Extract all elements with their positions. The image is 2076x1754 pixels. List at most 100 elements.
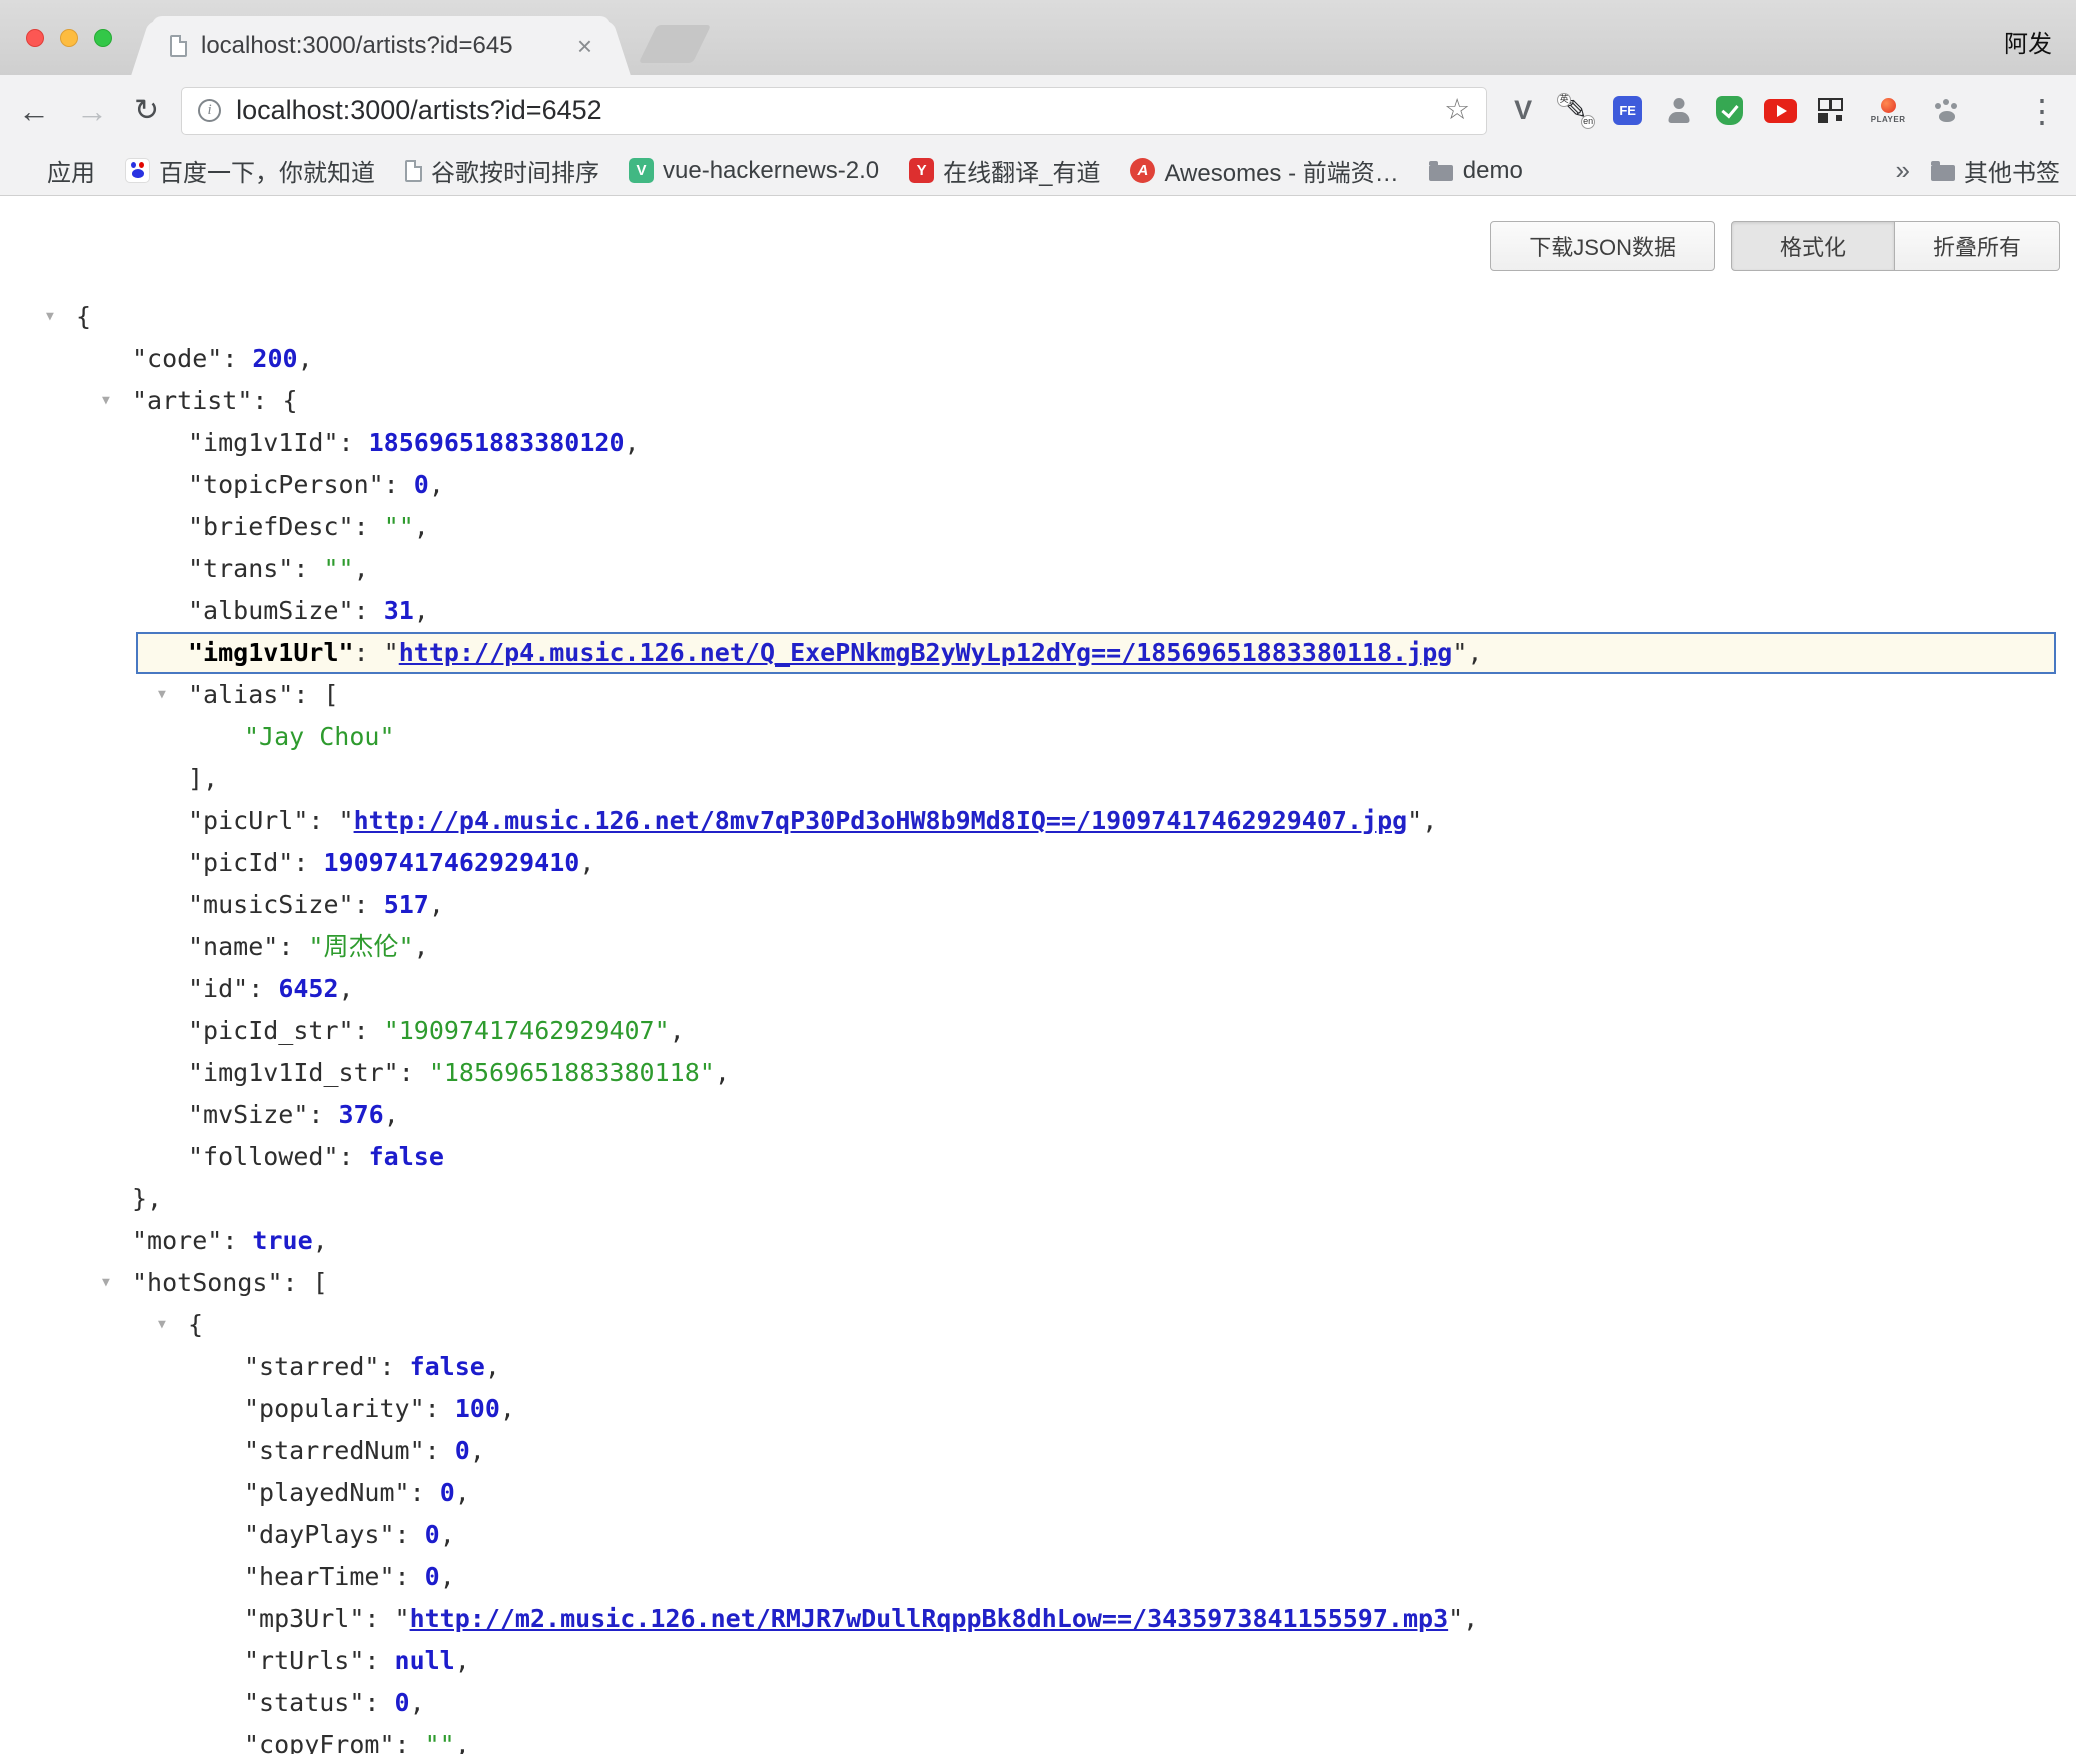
collapse-toggle-icon[interactable]: ▼ <box>46 296 54 338</box>
json-token: }, <box>132 1184 162 1213</box>
json-token: : " <box>364 1604 409 1633</box>
bookmarks-overflow-icon[interactable]: » <box>1896 155 1910 186</box>
json-line: ▼ "hotSongs": [ <box>80 1262 2056 1304</box>
tab-favicon-icon <box>170 35 187 57</box>
collapse-toggle-icon[interactable]: ▼ <box>158 1304 166 1346</box>
json-line: ▼{ <box>24 296 2056 338</box>
download-json-button[interactable]: 下载JSON数据 <box>1490 221 1715 271</box>
json-line: "status": 0, <box>192 1682 2056 1724</box>
json-url-link[interactable]: http://m2.music.126.net/RMJR7wDullRqppBk… <box>410 1604 1449 1633</box>
json-token: "more" <box>132 1226 222 1255</box>
browser-menu-icon[interactable]: ⋮ <box>2026 95 2058 127</box>
json-token: , <box>625 428 640 457</box>
youdao-translate-icon[interactable]: ✎ 英 en <box>1560 95 1592 127</box>
json-token: : " <box>354 638 399 667</box>
json-token: , <box>354 554 369 583</box>
json-line: "picId": 19097417462929410, <box>136 842 2056 884</box>
json-token: "picId" <box>188 848 293 877</box>
json-url-link[interactable]: http://p4.music.126.net/Q_ExePNkmgB2yWyL… <box>399 638 1453 667</box>
json-token: 0 <box>395 1688 410 1717</box>
collapse-all-button[interactable]: 折叠所有 <box>1895 221 2060 271</box>
player-extension-icon[interactable]: PLAYER <box>1864 95 1912 127</box>
json-token: "artist" <box>132 386 252 415</box>
json-line: ▼"artist": { <box>80 380 2056 422</box>
json-token: : <box>222 1226 252 1255</box>
new-tab-button[interactable] <box>639 25 712 63</box>
json-token: , <box>579 848 594 877</box>
bookmark-baidu[interactable]: 百度一下，你就知道 <box>125 153 375 188</box>
json-token: false <box>410 1352 485 1381</box>
info-icon[interactable]: i <box>198 99 221 122</box>
back-icon[interactable]: ← <box>18 95 50 127</box>
json-line: ▼ "alias": [ <box>136 674 2056 716</box>
paw-extension-icon[interactable] <box>1933 98 1960 124</box>
json-token: ], <box>188 764 218 793</box>
json-token: : [ <box>293 680 338 709</box>
json-token: "mp3Url" <box>244 1604 364 1633</box>
json-token: , <box>715 1058 730 1087</box>
page-content: 下载JSON数据 格式化 折叠所有 ▼{"code": 200,▼"artist… <box>0 196 2076 1753</box>
json-token: "hotSongs" <box>132 1268 283 1297</box>
shield-extension-icon[interactable] <box>1716 96 1743 125</box>
json-token: 517 <box>384 890 429 919</box>
json-token: 18569651883380120 <box>369 428 625 457</box>
json-token: "topicPerson" <box>188 470 384 499</box>
tab-strip: localhost:3000/artists?id=645 × 阿发 <box>0 0 2076 75</box>
json-token: : <box>308 1100 338 1129</box>
bookmark-apps[interactable]: 应用 <box>16 153 95 188</box>
format-button[interactable]: 格式化 <box>1731 221 1895 271</box>
json-token: "alias" <box>188 680 293 709</box>
awesomes-icon: A <box>1130 158 1155 183</box>
json-token: { <box>188 1310 203 1339</box>
json-token: "" <box>425 1730 455 1754</box>
json-token: , <box>429 470 444 499</box>
bookmark-label: demo <box>1463 157 1523 185</box>
json-line: "followed": false <box>136 1136 2056 1178</box>
window-close-button[interactable] <box>26 29 44 47</box>
fe-extension-icon[interactable]: FE <box>1613 96 1642 125</box>
reload-icon[interactable]: ↻ <box>134 96 159 126</box>
vue-icon: V <box>629 158 654 183</box>
json-token: ", <box>1452 638 1482 667</box>
json-token: 6452 <box>278 974 338 1003</box>
address-bar[interactable]: i localhost:3000/artists?id=6452 ☆ <box>181 87 1487 135</box>
json-token: "dayPlays" <box>244 1520 395 1549</box>
profile-name[interactable]: 阿发 <box>2004 24 2052 59</box>
json-token: , <box>455 1646 470 1675</box>
bookmark-google-sort[interactable]: 谷歌按时间排序 <box>405 153 599 188</box>
forward-icon[interactable]: → <box>76 95 108 127</box>
bookmark-awesomes[interactable]: A Awesomes - 前端资… <box>1130 153 1398 188</box>
user-extension-icon[interactable] <box>1663 95 1695 127</box>
window-controls <box>26 29 112 47</box>
json-token: , <box>455 1478 470 1507</box>
json-token: "img1v1Id" <box>188 428 339 457</box>
json-token: "starredNum" <box>244 1436 425 1465</box>
url-text[interactable]: localhost:3000/artists?id=6452 <box>236 95 1429 126</box>
bookmark-star-icon[interactable]: ☆ <box>1444 96 1470 125</box>
json-token: : <box>384 470 414 499</box>
json-token: : [ <box>283 1268 328 1297</box>
window-minimize-button[interactable] <box>60 29 78 47</box>
v-extension-icon[interactable]: V <box>1507 95 1539 127</box>
tab-close-icon[interactable]: × <box>577 33 592 59</box>
collapse-toggle-icon[interactable]: ▼ <box>102 1262 110 1304</box>
bookmark-vue-hackernews[interactable]: V vue-hackernews-2.0 <box>629 157 879 185</box>
collapse-toggle-icon[interactable]: ▼ <box>102 380 110 422</box>
json-token: , <box>429 890 444 919</box>
json-token: "Jay Chou" <box>244 722 395 751</box>
json-token: , <box>470 1436 485 1465</box>
qr-code-extension-icon[interactable] <box>1818 98 1843 123</box>
bookmark-demo-folder[interactable]: demo <box>1429 157 1523 185</box>
json-line: ▼{ <box>136 1304 2056 1346</box>
bookmark-youdao-translate[interactable]: Y 在线翻译_有道 <box>909 153 1100 188</box>
json-token: , <box>384 1100 399 1129</box>
json-url-link[interactable]: http://p4.music.126.net/8mv7qP30Pd3oHW8b… <box>354 806 1408 835</box>
json-token: : <box>425 1394 455 1423</box>
other-bookmarks-folder[interactable]: 其他书签 <box>1930 153 2060 188</box>
collapse-toggle-icon[interactable]: ▼ <box>158 674 166 716</box>
json-token: "" <box>384 512 414 541</box>
youtube-extension-icon[interactable] <box>1764 99 1797 123</box>
window-zoom-button[interactable] <box>94 29 112 47</box>
browser-tab[interactable]: localhost:3000/artists?id=645 × <box>152 16 610 75</box>
browser-window: localhost:3000/artists?id=645 × 阿发 ← → ↻… <box>0 0 2076 1753</box>
